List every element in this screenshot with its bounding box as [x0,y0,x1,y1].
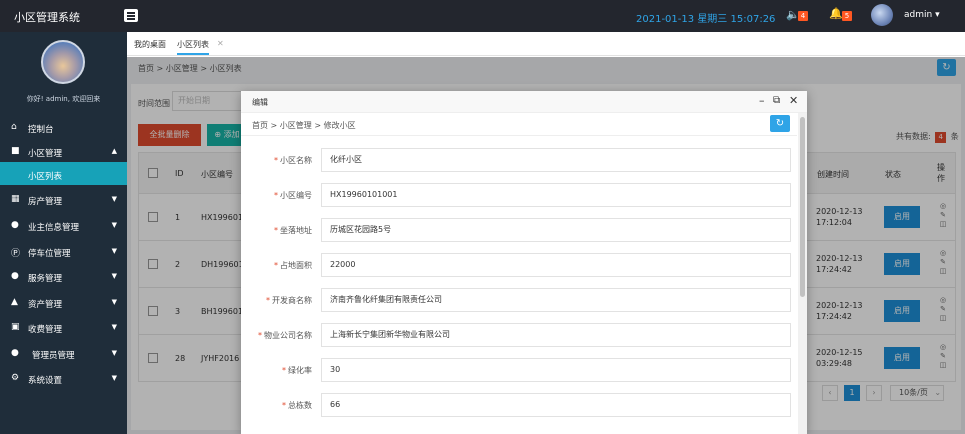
user-icon: ● [11,220,19,230]
developer-input[interactable]: 济南齐鲁化纤集团有限责任公司 [321,288,791,312]
sidebar-item-label: 停车位管理 [28,249,71,259]
bell-icon[interactable]: 🔔 [829,7,843,20]
sidebar-item-label: 系统设置 [28,376,63,386]
sidebar-item-service[interactable]: ● 服务管理 ▼ [0,264,127,289]
field-label: * 小区编号 [274,191,312,200]
apartment-icon: ▦ [11,194,20,204]
chevron-down-icon: ▼ [111,323,117,331]
modal-title: 编辑 [252,98,268,107]
sidebar-item-label: 管理员管理 [32,351,75,361]
notice-badge: 4 [798,11,808,21]
modal-header: 编辑 – ⧉ ✕ [241,91,807,113]
sidebar-item-property[interactable]: ▦ 房产管理 ▼ [0,187,127,212]
sidebar-item-community[interactable]: ■ 小区管理 ▲ [0,139,127,164]
chevron-up-icon: ▲ [111,147,117,155]
community-name-input[interactable]: 化纤小区 [321,148,791,172]
maximize-icon[interactable]: ⧉ [773,95,780,106]
datetime-display: 2021-01-13 星期三 15:07:26 [636,10,775,25]
fee-icon: ▣ [11,322,20,332]
field-label: * 坐落地址 [274,226,312,235]
field-label: * 总栋数 [282,401,312,410]
sidebar-item-settings[interactable]: ⚙ 系统设置 ▼ [0,366,127,391]
asset-icon: ▲ [11,297,18,307]
sidebar-item-label: 小区管理 [28,149,63,159]
sidebar-item-dashboard[interactable]: ⌂ 控制台 [0,115,127,140]
community-code-input[interactable]: HX19960101001 [321,183,791,207]
building-count-input[interactable]: 66 [321,393,791,417]
sidebar-item-parking[interactable]: Ⓟ 停车位管理 ▼ [0,239,127,264]
sidebar-item-label: 资产管理 [28,300,63,310]
area-input[interactable]: 22000 [321,253,791,277]
sidebar-item-label: 控制台 [28,125,54,135]
building-icon: ■ [11,146,20,156]
chevron-down-icon: ▼ [111,272,117,280]
address-input[interactable]: 历城区花园路5号 [321,218,791,242]
weekday-text: 星期三 [697,14,728,25]
user-menu[interactable]: admin ▾ [904,10,940,20]
sidebar-item-label: 小区列表 [28,172,63,182]
field-label: * 绿化率 [282,366,312,375]
date-text: 2021-01-13 [636,14,695,25]
chevron-down-icon: ▼ [111,195,117,203]
sidebar-item-label: 房产管理 [28,197,63,207]
edit-modal: 编辑 – ⧉ ✕ 首页 > 小区管理 > 修改小区 ↻ * 小区名称 化纤小区 *… [241,91,807,434]
field-label: * 开发商名称 [266,296,312,305]
form-row-code: * 小区编号 HX19960101001 [241,183,797,207]
divider [241,135,797,136]
sidebar-item-label: 服务管理 [28,274,63,284]
greeting-text: 你好! admin, 欢迎回来 [26,95,101,103]
form-row-area: * 占地面积 22000 [241,253,797,277]
chevron-down-icon: ▼ [111,221,117,229]
modal-breadcrumb: 首页 > 小区管理 > 修改小区 [252,121,356,130]
chevron-down-icon: ▼ [111,247,117,255]
chevron-down-icon: ▼ [111,374,117,382]
sidebar-avatar [41,40,85,84]
admin-icon: ● [11,348,19,358]
tab-desktop[interactable]: 我的桌面 [134,39,166,50]
form-row-green-rate: * 绿化率 30 [241,358,797,382]
time-text: 15:07:26 [730,14,776,25]
sidebar-item-label: 收费管理 [28,325,63,335]
message-badge: 5 [842,11,852,21]
sidebar-item-asset[interactable]: ▲ 资产管理 ▼ [0,290,127,315]
avatar[interactable] [871,4,893,26]
chevron-down-icon: ▼ [111,298,117,306]
field-label: * 物业公司名称 [258,331,312,340]
parking-icon: Ⓟ [11,249,21,259]
green-rate-input[interactable]: 30 [321,358,791,382]
form-row-property-company: * 物业公司名称 上海新长宁集团新华物业有限公司 [241,323,797,347]
close-icon[interactable]: ✕ [789,94,798,107]
form-row-name: * 小区名称 化纤小区 [241,148,797,172]
sidebar-item-owner[interactable]: ● 业主信息管理 ▼ [0,213,127,238]
property-company-input[interactable]: 上海新长宁集团新华物业有限公司 [321,323,791,347]
scroll-thumb[interactable] [800,117,805,297]
sidebar-item-label: 业主信息管理 [28,223,80,233]
form-row-buildings: * 总栋数 66 [241,393,797,417]
home-icon: ⌂ [11,122,17,132]
chevron-down-icon: ▾ [935,10,940,20]
sidebar-item-fee[interactable]: ▣ 收费管理 ▼ [0,315,127,340]
chevron-down-icon: ▼ [111,349,117,357]
field-label: * 小区名称 [274,156,312,165]
sidebar-item-community-list[interactable]: 小区列表 [0,162,127,185]
app-title: 小区管理系统 [14,11,80,24]
field-label: * 占地面积 [274,261,312,270]
tab-bar: 我的桌面 小区列表 ✕ [127,32,965,56]
close-icon[interactable]: ✕ [217,39,224,48]
form-row-developer: * 开发商名称 济南齐鲁化纤集团有限责任公司 [241,288,797,312]
modal-scrollbar[interactable] [798,113,807,434]
sidebar: 你好! admin, 欢迎回来 ⌂ 控制台 ■ 小区管理 ▲ 小区列表 ▦ 房产… [0,32,127,434]
form-row-address: * 坐落地址 历城区花园路5号 [241,218,797,242]
minimize-icon[interactable]: – [759,94,765,107]
tab-community-list[interactable]: 小区列表 [177,39,209,55]
top-bar: 小区管理系统 2021-01-13 星期三 15:07:26 🔈 4 🔔 5 a… [0,0,965,32]
gear-icon: ⚙ [11,373,20,383]
service-icon: ● [11,271,19,281]
username: admin [904,10,933,20]
modal-refresh-button[interactable]: ↻ [770,115,790,132]
menu-toggle-button[interactable] [124,9,138,22]
sidebar-item-admin[interactable]: ● 管理员管理 ▼ [0,341,127,366]
